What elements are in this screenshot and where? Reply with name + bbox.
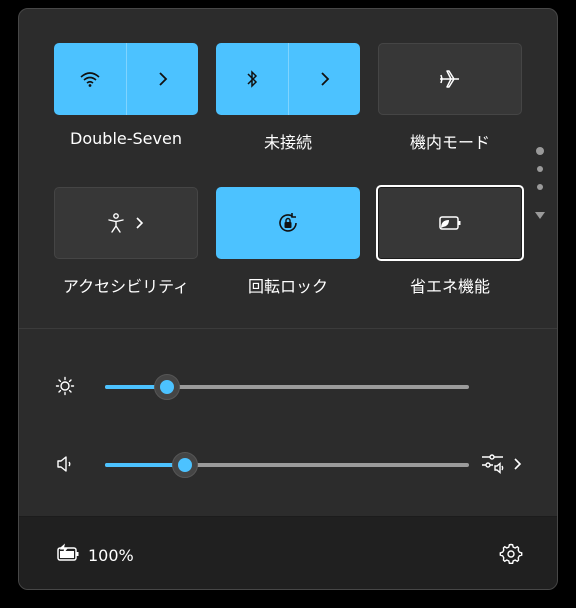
- speaker-icon[interactable]: [55, 454, 75, 478]
- tile-label-rotation-lock: 回転ロック: [247, 277, 328, 296]
- brightness-slider-row: [19, 366, 557, 406]
- volume-slider-row: [19, 444, 557, 484]
- rotation-lock-tile[interactable]: [216, 187, 360, 259]
- battery-status[interactable]: 100%: [55, 543, 134, 567]
- bluetooth-tile[interactable]: [216, 43, 360, 115]
- brightness-icon: [55, 376, 75, 400]
- volume-slider[interactable]: [105, 452, 469, 478]
- accessibility-tile[interactable]: [54, 187, 198, 259]
- page-dot-active[interactable]: [536, 147, 544, 155]
- chevron-right-icon: [319, 71, 331, 87]
- battery-charging-icon: [55, 543, 81, 567]
- chevron-right-icon: [157, 71, 169, 87]
- tile-label-battery-saver: 省エネ機能: [409, 277, 490, 296]
- audio-mixer-icon: [481, 451, 507, 479]
- gear-icon: [499, 543, 523, 570]
- tile-label-wifi: Double-Seven: [70, 129, 182, 148]
- chevron-right-icon: [135, 216, 145, 230]
- settings-button[interactable]: [499, 542, 523, 566]
- wifi-expand-button[interactable]: [126, 43, 198, 115]
- battery-saver-icon: [437, 214, 463, 232]
- brightness-slider[interactable]: [105, 374, 469, 400]
- bluetooth-toggle[interactable]: [216, 43, 288, 115]
- volume-slider-thumb[interactable]: [172, 452, 199, 478]
- quick-settings-panel: Double-Seven 未接続 機内モード アクセシビリティ 回転ロック 省エ…: [18, 8, 558, 590]
- wifi-toggle[interactable]: [54, 43, 126, 115]
- wifi-tile[interactable]: [54, 43, 198, 115]
- page-down-arrow[interactable]: [534, 205, 546, 224]
- section-divider: [19, 328, 557, 329]
- battery-percentage: 100%: [88, 545, 134, 565]
- airplane-mode-tile[interactable]: [378, 43, 522, 115]
- wifi-icon: [79, 70, 101, 88]
- tile-label-bluetooth: 未接続: [263, 133, 312, 152]
- chevron-right-icon: [513, 456, 523, 475]
- airplane-icon: [438, 69, 462, 89]
- brightness-slider-thumb[interactable]: [153, 374, 180, 400]
- audio-output-button[interactable]: [481, 450, 529, 480]
- bluetooth-icon: [245, 69, 259, 89]
- battery-saver-tile[interactable]: [376, 185, 524, 261]
- rotation-lock-icon: [276, 211, 300, 235]
- page-dot[interactable]: [537, 184, 543, 190]
- bluetooth-expand-button[interactable]: [288, 43, 360, 115]
- quick-settings-footer: 100%: [19, 516, 557, 589]
- page-dot[interactable]: [537, 166, 543, 172]
- accessibility-icon: [107, 212, 125, 234]
- tile-label-airplane-mode: 機内モード: [409, 133, 490, 152]
- tile-label-accessibility: アクセシビリティ: [62, 277, 190, 296]
